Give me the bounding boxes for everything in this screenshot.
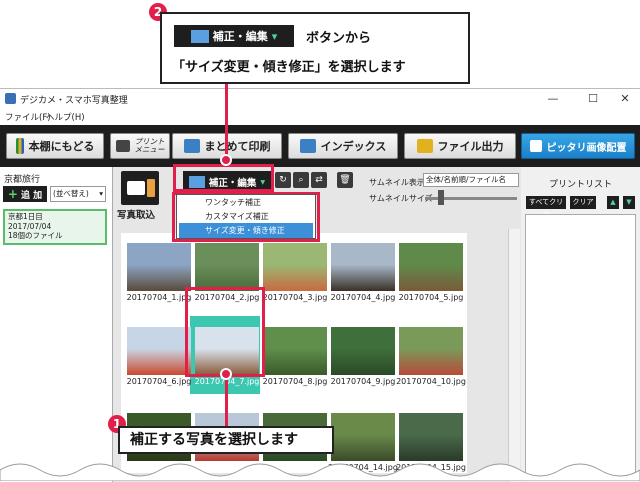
chevron-down-icon: ▾ xyxy=(271,29,278,43)
photo-thumbnail[interactable] xyxy=(399,243,463,291)
callout-edit-button: 補正・編集 ▾ xyxy=(174,25,294,47)
fit-layout-button[interactable]: ピッタリ画像配置 xyxy=(521,133,635,159)
menu-file[interactable]: ファイル(F) xyxy=(5,111,51,123)
move-down-button[interactable]: ▼ xyxy=(623,196,635,209)
window-title: デジカメ・スマホ写真整理 xyxy=(20,96,128,106)
menu-item-one-touch[interactable]: ワンタッチ補正 xyxy=(179,195,313,210)
photo-filename: 20170704_10.jpg xyxy=(396,377,466,386)
photo-highlight xyxy=(185,287,265,377)
zoom-icon[interactable]: ⌕ xyxy=(293,172,309,188)
print-list-title: プリントリスト xyxy=(548,180,612,190)
photo-edit-icon xyxy=(190,29,209,43)
index-button[interactable]: インデックス xyxy=(288,133,398,159)
photo-thumbnail[interactable] xyxy=(399,413,463,461)
photo-thumbnail[interactable] xyxy=(263,327,327,375)
thumbnail-display-label: サムネイル表示 xyxy=(369,178,425,187)
print-list[interactable] xyxy=(525,214,636,479)
photo-filename: 20170704_4.jpg xyxy=(330,293,396,302)
print-menu-button[interactable]: プリント メニュー xyxy=(110,133,170,159)
move-up-button[interactable]: ▲ xyxy=(607,196,619,209)
step-1-callout: 補正する写真を選択します xyxy=(118,426,334,454)
album-item-name: 京都1日目 xyxy=(8,212,43,221)
album-title: 京都旅行 xyxy=(4,175,41,185)
step-2-text-a: ボタンから xyxy=(306,31,372,46)
print-menu-label: プリント メニュー xyxy=(134,137,165,154)
app-window: デジカメ・スマホ写真整理 — ☐ ✕ ファイル(F) ヘルプ(H) 本棚にもどる… xyxy=(0,88,640,482)
vertical-scrollbar[interactable] xyxy=(508,229,520,482)
photo-filename: 20170704_6.jpg xyxy=(126,377,192,386)
main-toolbar: 本棚にもどる プリント メニュー まとめて印刷 インデックス ファイル出力 ピッ… xyxy=(0,125,640,167)
folder-icon xyxy=(416,139,433,153)
callout-edit-button-label: 補正・編集 xyxy=(212,30,268,43)
menu-item-custom-correct[interactable]: カスタマイズ補正 xyxy=(179,209,313,224)
phone-icon xyxy=(147,179,155,197)
back-to-shelf-button[interactable]: 本棚にもどる xyxy=(6,133,104,159)
clear-all-button[interactable]: すべてクリア xyxy=(526,196,566,219)
swap-icon[interactable]: ⇄ xyxy=(311,172,327,188)
album-item-date: 2017/07/04 xyxy=(8,221,52,231)
photo-thumbnail[interactable] xyxy=(331,327,395,375)
photo-thumbnail[interactable] xyxy=(127,243,191,291)
photo-filename: 20170704_8.jpg xyxy=(262,377,328,386)
bookshelf-icon xyxy=(15,138,24,154)
edit-dropdown-menu: ワンタッチ補正 カスタマイズ補正 サイズ変更・傾き修正 xyxy=(176,194,316,239)
bulk-print-label: まとめて印刷 xyxy=(204,140,271,153)
album-item[interactable]: 京都1日目 2017/07/04 18個のファイル xyxy=(3,209,107,245)
add-label: 追 加 xyxy=(20,190,43,201)
print-list-panel: プリントリスト すべてクリア クリア ▲ ▼ xyxy=(521,167,640,482)
title-bar: デジカメ・スマホ写真整理 — ☐ ✕ xyxy=(0,89,640,109)
photo-filename: 20170704_5.jpg xyxy=(398,293,464,302)
rotate-icon[interactable]: ↻ xyxy=(275,172,291,188)
menu-item-resize-tilt[interactable]: サイズ変更・傾き修正 xyxy=(179,223,313,238)
trash-icon[interactable]: 🗑 xyxy=(337,172,353,188)
step-1-connector xyxy=(225,374,228,426)
index-grid-icon xyxy=(299,139,316,153)
close-button[interactable]: ✕ xyxy=(614,91,636,106)
minimize-button[interactable]: — xyxy=(542,91,564,106)
thumbnail-size-label: サムネイルサイズ xyxy=(369,194,433,203)
menu-help[interactable]: ヘルプ(H) xyxy=(46,111,85,123)
thumbnail-display-select[interactable]: 全体/名前順/ファイル名 xyxy=(423,173,519,187)
camera-icon xyxy=(127,181,145,195)
photo-filename: 20170704_9.jpg xyxy=(330,377,396,386)
printer-icon xyxy=(115,140,130,152)
add-button[interactable]: + 追 加 xyxy=(3,186,47,202)
album-item-count: 18個のファイル xyxy=(8,231,63,240)
edit-button-highlight xyxy=(173,164,274,192)
step-2-callout: 補正・編集 ▾ ボタンから 「サイズ変更・傾き修正」を選択します xyxy=(160,12,470,84)
photo-thumbnail[interactable] xyxy=(399,327,463,375)
file-output-label: ファイル出力 xyxy=(437,140,504,153)
step-2-dot xyxy=(220,154,232,166)
torn-edge xyxy=(0,463,640,481)
sort-select[interactable]: (並べ替え) ▾ xyxy=(50,186,106,202)
step-2-text-b: 「サイズ変更・傾き修正」を選択します xyxy=(172,60,406,75)
menu-bar: ファイル(F) ヘルプ(H) xyxy=(0,109,640,125)
photo-thumbnail[interactable] xyxy=(331,243,395,291)
step-2-connector xyxy=(225,84,228,156)
index-label: インデックス xyxy=(320,140,387,153)
clear-button[interactable]: クリア xyxy=(570,196,596,209)
sort-label: (並べ替え) xyxy=(53,189,89,198)
stack-print-icon xyxy=(183,139,200,153)
step-1-dot xyxy=(220,368,232,380)
album-sidebar: 京都旅行 + 追 加 (並べ替え) ▾ 京都1日目 2017/07/04 18個… xyxy=(0,167,113,482)
import-photos-label: 写真取込 xyxy=(117,210,156,221)
photo-thumbnail[interactable] xyxy=(195,243,259,291)
app-icon xyxy=(5,93,16,104)
fit-layout-label: ピッタリ画像配置 xyxy=(546,142,627,154)
chevron-down-icon: ▾ xyxy=(99,189,103,198)
import-photos-button[interactable] xyxy=(121,171,159,205)
photo-thumbnail[interactable] xyxy=(127,327,191,375)
plus-icon: + xyxy=(7,187,18,201)
photo-thumbnail[interactable] xyxy=(263,243,327,291)
thumbnail-size-slider-handle[interactable] xyxy=(437,190,444,205)
photo-filename: 20170704_3.jpg xyxy=(262,293,328,302)
layout-icon xyxy=(529,140,542,152)
photo-thumbnail[interactable] xyxy=(331,413,395,461)
file-output-button[interactable]: ファイル出力 xyxy=(404,133,516,159)
back-to-shelf-label: 本棚にもどる xyxy=(28,140,95,153)
maximize-button[interactable]: ☐ xyxy=(582,91,604,106)
